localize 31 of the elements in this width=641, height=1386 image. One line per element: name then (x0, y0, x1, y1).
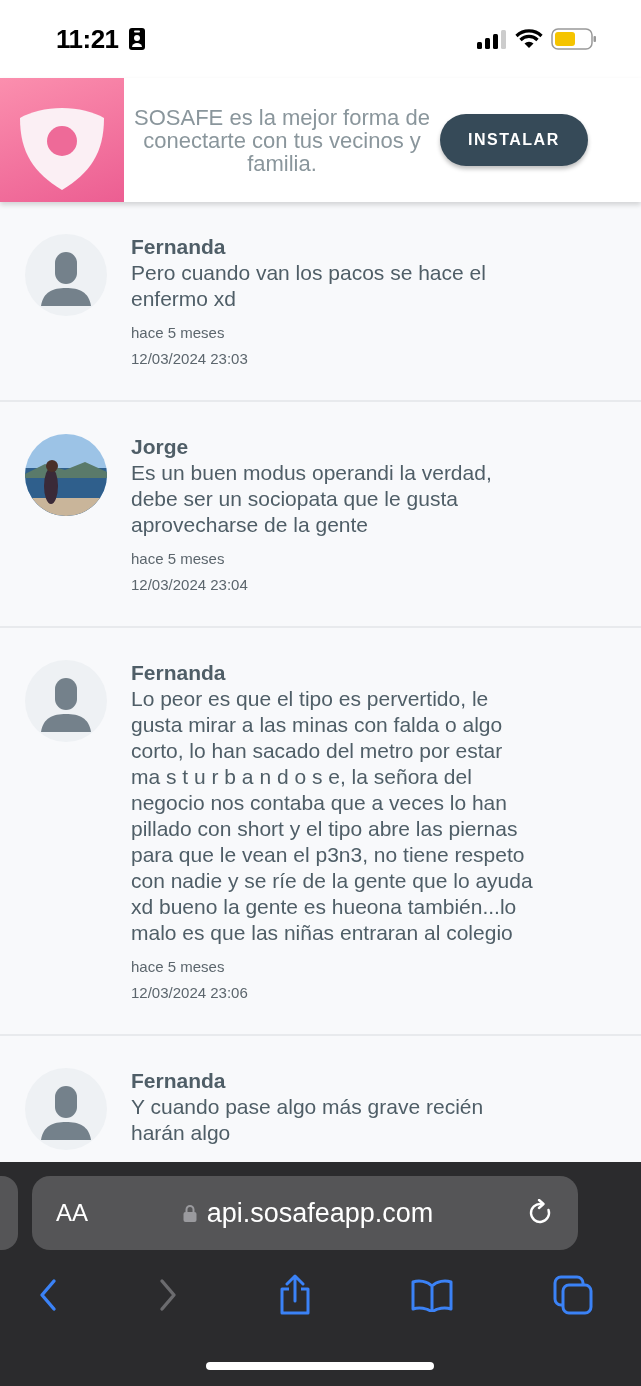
comment-text: Y cuando pase algo más grave recién harán algo (131, 1094, 485, 1146)
banner-text: SOSAFE es la mejor forma de conectarte con tus vecinos y familia. (133, 105, 431, 175)
comment-date: 12/03/2024 23:06 (131, 983, 249, 1003)
back-icon[interactable] (38, 1278, 58, 1312)
comment-date: 12/03/2024 23:04 (131, 575, 249, 595)
comment-age: hace 5 meses (131, 957, 226, 977)
url-text: api.sosafeapp.com (206, 1197, 434, 1229)
book-icon[interactable] (411, 1278, 454, 1312)
signal-icon (477, 29, 507, 49)
comment-text: Es un buen modus operandi la verdad, debe ser un sociopata que le gusta aprovecharse de la gente (131, 460, 493, 538)
comment-text: Pero cuando van los pacos se hace el enfermo xd (131, 260, 487, 312)
battery-icon (551, 28, 597, 50)
id-card-icon (128, 28, 145, 50)
text-size-button[interactable]: AA (56, 1199, 88, 1227)
tabs-icon[interactable] (553, 1275, 593, 1315)
avatar-silhouette-icon (25, 660, 107, 742)
comment-text: Lo peor es que el tipo es pervertido, le gusta mirar a las minas con falda o algo corto, lo han sacado del metro por estar ma s t u r b a n d o s e, la señora del negocio nos contaba que a veces lo han pillado con short y el tipo abre las piernas para que le vean el p3n3, no tiene respeto con nadie y se ríe de la gente que lo ayuda xd bueno la gente es hueona también...lo malo es que las niñas entraran al colegio (131, 686, 534, 946)
comment-author: Jorge (131, 434, 190, 460)
avatar-silhouette-icon (25, 234, 107, 316)
install-button[interactable]: INSTALAR (440, 114, 588, 166)
comment-date: 12/03/2024 23:03 (131, 349, 249, 369)
comment-author: Fernanda (131, 234, 227, 260)
comment-age: hace 5 meses (131, 323, 226, 343)
avatar-silhouette-icon (25, 1068, 107, 1150)
lock-icon (182, 1204, 197, 1222)
address-bar[interactable]: AA api.sosafeapp.com (32, 1176, 578, 1250)
comment-author: Fernanda (131, 1068, 227, 1094)
wifi-icon (515, 29, 543, 49)
status-time: 11:21 (56, 23, 119, 55)
comment-author: Fernanda (131, 660, 227, 686)
comment-age: hace 5 meses (131, 549, 226, 569)
